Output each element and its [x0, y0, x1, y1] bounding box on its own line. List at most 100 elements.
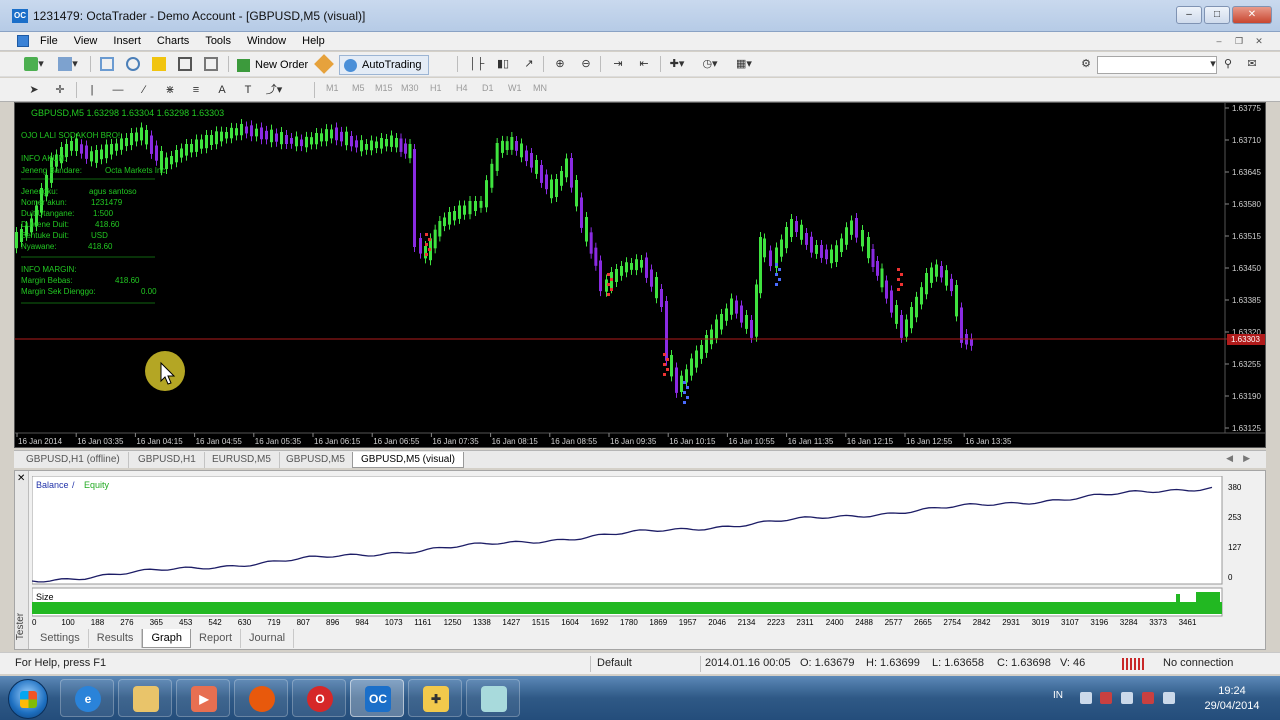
graph-x-tick: 276: [120, 618, 134, 626]
strategy-tester-icon[interactable]: [201, 55, 221, 75]
tray-show-hidden-icon[interactable]: [1080, 692, 1092, 704]
settings-gear-icon[interactable]: ⚙: [1076, 55, 1096, 75]
timeframe-m1[interactable]: M1: [326, 83, 339, 93]
timeframe-mn[interactable]: MN: [533, 83, 547, 93]
autotrading-button[interactable]: AutoTrading: [339, 55, 429, 75]
zoom-in-icon[interactable]: ⊕: [550, 55, 570, 75]
child-restore-button[interactable]: ❐: [1232, 35, 1246, 47]
horizontal-line-icon[interactable]: —: [108, 81, 128, 101]
taskbar-app-media-player[interactable]: ▶: [176, 679, 230, 717]
document-icon[interactable]: [17, 35, 29, 47]
language-indicator[interactable]: IN: [1053, 690, 1063, 701]
menu-view[interactable]: View: [74, 34, 107, 48]
market-watch-icon[interactable]: [97, 55, 117, 75]
arrows-tool-icon[interactable]: ⤴▾: [264, 81, 284, 101]
text-tool-icon[interactable]: A: [212, 81, 232, 101]
new-order-button[interactable]: New Order: [232, 55, 315, 75]
timeframe-h1[interactable]: H1: [430, 83, 442, 93]
bar-chart-icon[interactable]: │├: [467, 55, 487, 75]
crosshair-icon[interactable]: ✛: [50, 81, 70, 101]
timeframe-w1[interactable]: W1: [508, 83, 522, 93]
tester-close-icon[interactable]: ✕: [17, 473, 25, 484]
timeframe-m30[interactable]: M30: [401, 83, 419, 93]
terminal-icon[interactable]: [175, 55, 195, 75]
fibonacci-icon[interactable]: ≡: [186, 81, 206, 101]
graph-x-tick: 2931: [1002, 618, 1020, 626]
child-minimize-button[interactable]: –: [1212, 35, 1226, 47]
tray-network-icon[interactable]: [1142, 692, 1154, 704]
profiles-icon[interactable]: ▾: [58, 55, 78, 75]
auto-scroll-icon[interactable]: ⇥: [608, 55, 628, 75]
taskbar-app-opera[interactable]: O: [292, 679, 346, 717]
search-input[interactable]: [1097, 56, 1217, 74]
close-button[interactable]: ✕: [1232, 6, 1272, 24]
menu-insert[interactable]: Insert: [113, 34, 150, 48]
timeframe-d1[interactable]: D1: [482, 83, 494, 93]
taskbar-app-firefox[interactable]: [234, 679, 288, 717]
candlesticks-icon[interactable]: ▮▯: [493, 55, 513, 75]
tab-scroll-arrows[interactable]: ◀▶: [1226, 453, 1260, 464]
minimize-button[interactable]: –: [1176, 6, 1202, 24]
indicators-icon[interactable]: ✚▾: [667, 55, 687, 75]
tray-volume-icon[interactable]: [1163, 692, 1175, 704]
chart-canvas[interactable]: GBPUSD,M5 1.63298 1.63304 1.63298 1.6330…: [15, 103, 1265, 447]
menu-charts[interactable]: Charts: [157, 34, 198, 48]
new-chart-icon[interactable]: ▾: [24, 55, 44, 75]
tray-security-icon[interactable]: [1100, 692, 1112, 704]
channel-icon[interactable]: ⋇: [160, 81, 180, 101]
panel-row-value: 1:500: [93, 209, 114, 218]
vertical-line-icon[interactable]: |: [82, 81, 102, 101]
time-tick-label: 16 Jan 05:35: [255, 437, 302, 446]
taskbar-app-internet-explorer[interactable]: e: [60, 679, 114, 717]
text-label-icon[interactable]: T: [238, 81, 258, 101]
start-button[interactable]: [8, 679, 48, 719]
mailbox-icon[interactable]: ✉: [1242, 55, 1262, 75]
menu-tools[interactable]: Tools: [205, 34, 240, 48]
search-icon[interactable]: ⚲: [1218, 55, 1238, 75]
chart-tab[interactable]: GBPUSD,H1: [130, 452, 205, 468]
child-close-button[interactable]: ✕: [1252, 35, 1266, 47]
navigator-icon[interactable]: [123, 55, 143, 75]
graph-x-tick: 719: [267, 618, 281, 626]
status-profile: Default: [597, 657, 632, 669]
line-chart-icon[interactable]: ↗: [519, 55, 539, 75]
price-tick-label: 1.63580: [1232, 200, 1261, 209]
timeframe-m5[interactable]: M5: [352, 83, 365, 93]
chart-tab-active[interactable]: GBPUSD,M5 (visual): [352, 452, 464, 468]
tab-results[interactable]: Results: [89, 629, 143, 648]
tab-graph[interactable]: Graph: [142, 629, 192, 648]
clock[interactable]: 19:24 29/04/2014: [1200, 684, 1264, 714]
trendline-icon[interactable]: ∕: [134, 81, 154, 101]
taskbar-app-file-explorer[interactable]: [118, 679, 172, 717]
tab-settings[interactable]: Settings: [32, 629, 89, 648]
cursor-icon[interactable]: ➤: [24, 81, 44, 101]
metaeditor-icon[interactable]: [314, 54, 334, 75]
chart-tab[interactable]: GBPUSD,M5: [278, 452, 354, 468]
price-chart[interactable]: GBPUSD,M5 1.63298 1.63304 1.63298 1.6330…: [14, 102, 1266, 448]
chart-tab[interactable]: EURUSD,M5: [204, 452, 280, 468]
periods-icon[interactable]: ◷▾: [700, 55, 720, 75]
maximize-button[interactable]: □: [1204, 6, 1230, 24]
chart-tab[interactable]: GBPUSD,H1 (offline): [18, 452, 129, 468]
balance-legend: Balance: [36, 480, 69, 490]
panel-row-label: Duwene Duit:: [21, 220, 69, 229]
menu-window[interactable]: Window: [247, 34, 295, 48]
zoom-out-icon[interactable]: ⊖: [576, 55, 596, 75]
strategy-tester-panel: ✕ Tester Balance / Equity Size 380 253 127…: [14, 470, 1266, 650]
taskbar-app-octatrader[interactable]: OC: [350, 679, 404, 717]
timeframe-m15[interactable]: M15: [375, 83, 393, 93]
graph-x-tick: 2134: [738, 618, 756, 626]
menu-file[interactable]: File: [40, 34, 67, 48]
templates-icon[interactable]: ▦▾: [734, 55, 754, 75]
status-connection: No connection: [1163, 657, 1234, 669]
chart-shift-icon[interactable]: ⇤: [634, 55, 654, 75]
price-tick-label: 1.63775: [1232, 104, 1261, 113]
tab-journal[interactable]: Journal: [241, 629, 295, 648]
menu-help[interactable]: Help: [302, 34, 334, 48]
tray-device-icon[interactable]: [1121, 692, 1133, 704]
data-window-icon[interactable]: [149, 55, 169, 75]
tab-report[interactable]: Report: [191, 629, 242, 648]
timeframe-h4[interactable]: H4: [456, 83, 468, 93]
taskbar-app-strategy-tester[interactable]: ✚: [408, 679, 462, 717]
taskbar-app-notepad[interactable]: [466, 679, 520, 717]
